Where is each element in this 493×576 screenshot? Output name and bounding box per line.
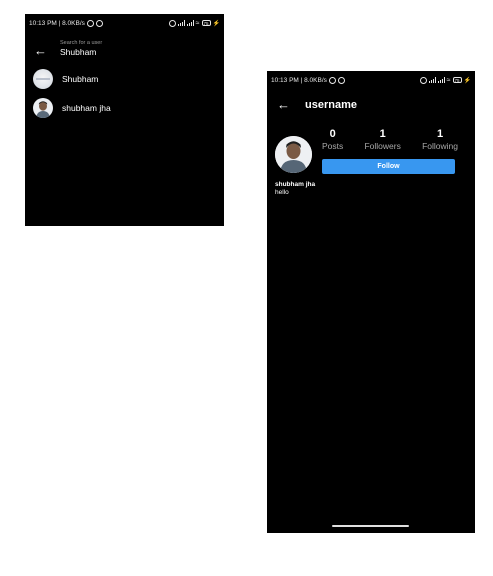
posts-label: Posts	[322, 141, 344, 151]
wifi-icon: ≈	[446, 76, 451, 84]
search-hint: Search for a user	[60, 40, 103, 46]
charging-icon: ⚡	[212, 20, 220, 27]
profile-stats: 0 Posts 1 Followers 1 Following	[322, 128, 458, 151]
page-title: username	[305, 99, 357, 111]
back-arrow-icon[interactable]: ←	[34, 44, 47, 57]
search-input[interactable]: Search for a user Shubham	[60, 40, 102, 57]
back-arrow-icon[interactable]: ←	[277, 98, 290, 111]
result-name: shubham jha	[62, 103, 111, 113]
signal-icon	[177, 20, 185, 26]
home-indicator[interactable]	[332, 525, 409, 527]
profile-bio: hello	[275, 189, 289, 196]
followers-label: Followers	[364, 141, 401, 151]
battery-icon: 75	[452, 77, 462, 83]
signal-icon-2	[437, 77, 445, 83]
alarm-icon	[328, 76, 336, 84]
location-icon	[419, 76, 427, 84]
person-photo-icon	[275, 136, 312, 173]
signal-icon	[428, 77, 436, 83]
charging-icon: ⚡	[463, 77, 471, 84]
avatar	[33, 69, 53, 89]
location-icon	[168, 19, 176, 27]
person-photo-icon	[33, 98, 53, 118]
profile-screen: 10:13 PM | 8.0KB/s ≈ 75 ⚡ ← username 0 P…	[267, 71, 475, 533]
stat-followers[interactable]: 1 Followers	[364, 128, 400, 151]
status-bar: 10:13 PM | 8.0KB/s ≈ 75 ⚡	[25, 14, 224, 32]
alarm-icon	[86, 19, 94, 27]
avatar	[33, 98, 53, 118]
following-count: 1	[436, 128, 444, 140]
battery-icon: 75	[201, 20, 211, 26]
search-value[interactable]: Shubham	[60, 47, 102, 57]
wifi-icon: ≈	[195, 19, 200, 27]
search-screen: 10:13 PM | 8.0KB/s ≈ 75 ⚡ ← Search for a…	[25, 14, 224, 226]
whatsapp-icon	[337, 76, 345, 84]
status-bar: 10:13 PM | 8.0KB/s ≈ 75 ⚡	[267, 71, 475, 89]
followers-count: 1	[379, 128, 386, 140]
profile-name: shubham jha	[275, 181, 316, 188]
status-time: 10:13 PM | 8.0KB/s	[271, 76, 327, 84]
stat-posts[interactable]: 0 Posts	[322, 128, 343, 151]
following-label: Following	[422, 141, 458, 151]
list-item[interactable]: Shubham	[33, 69, 98, 89]
result-name: Shubham	[62, 74, 99, 84]
list-item[interactable]: shubham jha	[33, 98, 111, 118]
follow-button[interactable]: Follow	[322, 159, 455, 174]
stat-following[interactable]: 1 Following	[422, 128, 458, 151]
posts-count: 0	[329, 128, 336, 140]
whatsapp-icon	[95, 19, 103, 27]
status-time: 10:13 PM | 8.0KB/s	[29, 19, 85, 27]
avatar[interactable]	[275, 136, 312, 173]
signal-icon-2	[186, 20, 194, 26]
